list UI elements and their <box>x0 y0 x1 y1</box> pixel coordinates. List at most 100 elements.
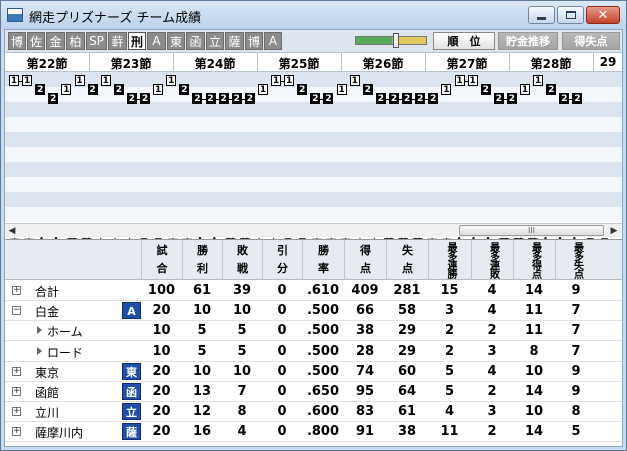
table-cell: 9 <box>571 283 581 298</box>
zoom-slider[interactable] <box>355 36 427 45</box>
maximize-button[interactable] <box>557 6 584 24</box>
column-header-bottom: 率 <box>318 262 329 275</box>
column-header-text: 最多連敗 <box>487 242 499 278</box>
table-cell: 64 <box>397 384 417 399</box>
column-header-text: 最多連勝 <box>445 242 456 278</box>
table-cell: 8 <box>571 404 581 420</box>
close-button[interactable]: ✕ <box>586 6 620 24</box>
title-bar[interactable]: 網走プリズナーズ チーム成績 ✕ <box>1 1 626 29</box>
column-header-bottom: 点 <box>360 262 371 275</box>
expand-icon[interactable]: + <box>12 387 21 396</box>
team-tab[interactable]: A <box>147 32 166 50</box>
column-header[interactable]: 引分 <box>262 240 302 280</box>
column-header[interactable]: 最多連敗 <box>471 240 513 280</box>
column-header[interactable]: 失点 <box>386 240 428 280</box>
table-cell: 16 <box>192 424 212 440</box>
win-mark: 1 <box>284 75 295 86</box>
streak-line <box>215 99 219 100</box>
loss-mark: 2 <box>506 93 517 104</box>
team-tab[interactable]: 立 <box>206 32 224 50</box>
runs-allowed-button[interactable]: 得失点 <box>562 32 620 50</box>
table-row[interactable]: + 立川 立 20 12 8 0 .600 83 61 4 3 10 8 <box>5 402 622 423</box>
expand-icon[interactable]: + <box>12 366 21 376</box>
table-cell: 74 <box>355 363 375 379</box>
table-cell: 2 <box>444 343 455 359</box>
table-cell: 11 <box>524 303 544 319</box>
table-cell: 10 <box>192 363 212 379</box>
loss-mark: 2 <box>572 93 583 104</box>
table-cell: .500 <box>306 303 340 319</box>
table-cell: 3 <box>487 404 497 420</box>
table-row[interactable]: ホーム 10 5 5 0 .500 38 29 2 2 11 7 <box>5 321 622 342</box>
table-cell: 7 <box>571 343 581 359</box>
scroll-right-icon[interactable]: ▶ <box>609 225 619 237</box>
table-cell: 20 <box>152 384 171 399</box>
column-header[interactable]: 得点 <box>344 240 386 280</box>
team-tab[interactable]: A <box>264 32 282 50</box>
zoom-slider-thumb[interactable] <box>393 33 399 48</box>
column-header[interactable]: 敗戦 <box>222 240 262 280</box>
scroll-thumb[interactable]: III <box>459 225 604 236</box>
table-cell: 5 <box>444 384 455 399</box>
table-row[interactable]: + 函館 函 20 13 7 0 .650 95 64 5 2 14 9 <box>5 382 622 402</box>
section-divider <box>89 53 90 72</box>
minimize-button[interactable] <box>528 6 555 24</box>
table-cell: 5 <box>197 343 207 359</box>
column-header[interactable]: 勝利 <box>182 240 222 280</box>
column-header-top: 引 <box>277 244 288 257</box>
table-row[interactable]: + 合計 100 61 39 0 .610 409 281 15 4 14 9 <box>5 281 622 301</box>
streak-line <box>385 99 389 100</box>
savings-trend-button[interactable]: 貯金推移 <box>498 32 558 50</box>
chart-band <box>5 207 622 222</box>
team-badge: 立 <box>122 403 141 421</box>
streak-line <box>228 99 232 100</box>
maximize-icon <box>565 11 576 19</box>
table-cell: 5 <box>444 363 455 379</box>
rank-button[interactable]: 順 位 <box>433 32 495 50</box>
column-header[interactable]: 最多得点 <box>513 240 555 280</box>
horizontal-scrollbar[interactable]: ◀ III ▶ <box>5 223 622 237</box>
sub-row-arrow-icon <box>37 346 42 355</box>
table-row[interactable]: + 薩摩川内 薩 20 16 4 0 .800 91 38 11 2 14 5 <box>5 422 622 443</box>
collapse-icon[interactable]: − <box>12 306 21 316</box>
win-mark: 1 <box>9 75 19 86</box>
team-tab[interactable]: SP <box>86 32 107 50</box>
team-tab[interactable]: 佐 <box>27 32 45 50</box>
column-header[interactable]: 試合 <box>141 240 182 280</box>
table-cell: .500 <box>306 343 340 359</box>
expand-icon[interactable]: + <box>12 286 21 295</box>
team-tab[interactable]: 刑 <box>128 32 146 50</box>
loss-mark: 2 <box>35 84 46 95</box>
loss-mark: 2 <box>231 93 242 104</box>
table-cell: 9 <box>571 384 581 399</box>
team-tab[interactable]: 博 <box>8 32 26 50</box>
row-label: ホーム <box>47 325 83 340</box>
team-tab[interactable]: 博 <box>245 32 263 50</box>
table-cell: 0 <box>277 404 287 420</box>
table-row[interactable]: ロード 10 5 5 0 .500 28 29 2 3 8 7 <box>5 342 622 362</box>
team-tab[interactable]: 函 <box>186 32 205 50</box>
streak-line <box>136 99 141 100</box>
table-cell: 38 <box>355 323 375 339</box>
column-header[interactable]: 最多連勝 <box>428 240 471 280</box>
win-mark: 1 <box>520 84 531 95</box>
team-tab[interactable]: 薩 <box>225 32 244 50</box>
expand-icon[interactable]: + <box>12 427 21 437</box>
win-mark: 1 <box>336 84 347 95</box>
team-tab[interactable]: 蓒 <box>108 32 127 50</box>
window-title: 網走プリズナーズ チーム成績 <box>29 11 202 26</box>
team-tab[interactable]: 金 <box>46 32 65 50</box>
table-row[interactable]: − 白金 A 20 10 10 0 .500 66 58 3 4 11 7 <box>5 301 622 322</box>
loss-mark: 2 <box>375 93 386 104</box>
loss-mark: 2 <box>140 93 151 104</box>
team-tab[interactable]: 東 <box>167 32 185 50</box>
column-header[interactable]: 最多失点 <box>555 240 597 280</box>
column-header[interactable]: 勝率 <box>302 240 344 280</box>
column-header-top: 試 <box>156 244 168 257</box>
table-row[interactable]: + 東京 東 20 10 10 0 .500 74 60 5 4 10 9 <box>5 362 622 382</box>
table-cell: 14 <box>524 283 544 298</box>
expand-icon[interactable]: + <box>12 407 21 417</box>
table-cell: .800 <box>306 424 340 440</box>
team-tab[interactable]: 柏 <box>66 32 85 50</box>
scroll-left-icon[interactable]: ◀ <box>7 225 17 237</box>
